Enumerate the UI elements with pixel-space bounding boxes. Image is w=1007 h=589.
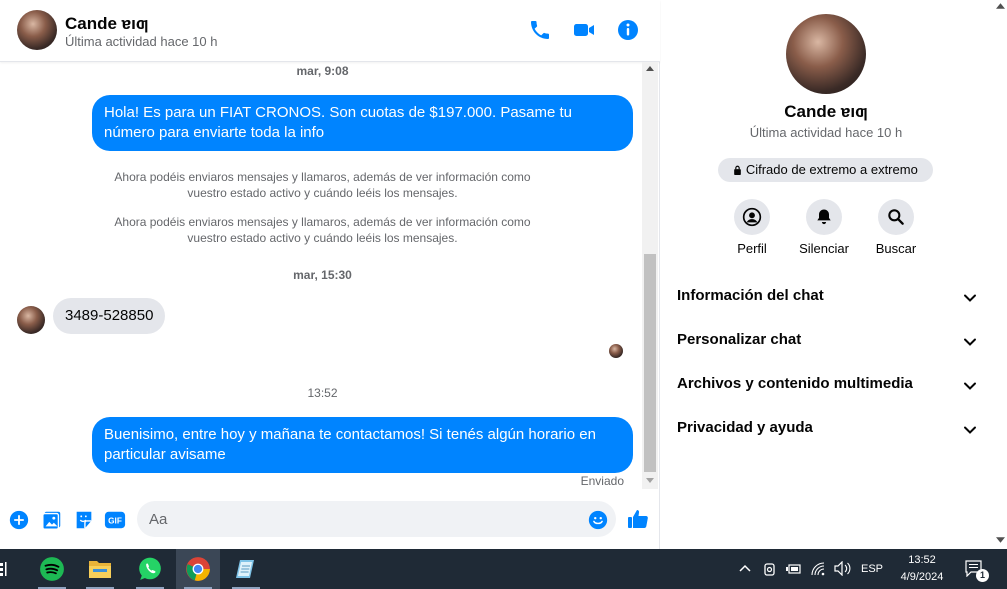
messenger-window: Cande ɐıƣ Última actividad hace 10 h mar… <box>0 0 1007 549</box>
timestamp: mar, 15:30 <box>293 268 352 282</box>
profile-avatar[interactable] <box>786 14 866 94</box>
search-icon <box>888 209 904 225</box>
profile-icon <box>742 207 762 227</box>
section-label: Información del chat <box>677 287 824 304</box>
action-search[interactable]: Buscar <box>866 199 926 256</box>
timestamp: mar, 9:08 <box>296 64 349 78</box>
notification-badge: 1 <box>976 569 989 582</box>
svg-text:GIF: GIF <box>108 517 122 526</box>
outgoing-message[interactable]: Hola! Es para un FIAT CRONOS. Son cuotas… <box>92 95 633 151</box>
chat-scrollbar[interactable] <box>642 62 658 489</box>
photo-icon[interactable] <box>41 509 63 531</box>
chat-header: Cande ɐıƣ Última actividad hace 10 h <box>0 0 660 62</box>
contact-avatar[interactable] <box>17 10 57 50</box>
chevron-down-icon <box>964 338 976 346</box>
whatsapp-icon <box>139 557 161 580</box>
clock-date[interactable]: 4/9/2024 <box>894 571 950 583</box>
composer: GIF <box>0 492 660 549</box>
action-label: Perfil <box>737 241 767 256</box>
taskbar-spotify[interactable] <box>32 549 72 589</box>
action-profile[interactable]: Perfil <box>722 199 782 256</box>
message-input[interactable] <box>137 501 616 537</box>
action-label: Buscar <box>875 241 917 256</box>
incoming-message[interactable]: 3489-528850 <box>53 298 166 334</box>
encryption-badge[interactable]: Cifrado de extremo a extremo <box>718 158 933 182</box>
scroll-up-arrow-icon[interactable] <box>646 66 654 71</box>
profile-status: Última actividad hace 10 h <box>749 125 903 140</box>
scroll-down-arrow-icon[interactable] <box>996 537 1005 543</box>
wifi-icon[interactable] <box>811 562 826 576</box>
encryption-label: Cifrado de extremo a extremo <box>745 162 918 177</box>
scroll-up-arrow-icon[interactable] <box>996 3 1005 9</box>
spotify-icon <box>40 557 64 581</box>
windows-taskbar: ESP 13:52 4/9/2024 1 <box>0 549 1007 589</box>
gif-icon[interactable]: GIF <box>104 509 126 531</box>
message-list: mar, 9:08 Hola! Es para un FIAT CRONOS. … <box>0 62 660 492</box>
info-icon[interactable] <box>616 18 640 42</box>
system-notice: Ahora podéis enviaros mensajes y llamaro… <box>114 170 531 200</box>
page-scrollbar[interactable] <box>994 0 1007 549</box>
section-chat-info[interactable]: Información del chat <box>677 287 977 311</box>
chevron-up-icon[interactable] <box>739 564 751 572</box>
bell-icon <box>817 209 831 225</box>
video-call-icon[interactable] <box>572 18 596 42</box>
chevron-down-icon <box>964 294 976 302</box>
section-privacy-help[interactable]: Privacidad y ayuda <box>677 419 977 443</box>
plus-icon[interactable] <box>8 509 30 531</box>
chevron-down-icon <box>964 382 976 390</box>
scroll-down-arrow-icon[interactable] <box>646 478 654 483</box>
contact-avatar-small[interactable] <box>17 306 45 334</box>
emoji-icon[interactable] <box>587 509 609 531</box>
scroll-thumb[interactable] <box>644 254 656 472</box>
timestamp: 13:52 <box>307 386 338 400</box>
section-label: Archivos y contenido multimedia <box>677 375 913 392</box>
section-label: Privacidad y ayuda <box>677 419 813 436</box>
input-language[interactable]: ESP <box>861 563 883 575</box>
section-label: Personalizar chat <box>677 331 802 348</box>
sticker-icon[interactable] <box>73 509 95 531</box>
lock-icon <box>734 165 742 175</box>
chat-panel: Cande ɐıƣ Última actividad hace 10 h mar… <box>0 0 660 549</box>
chevron-down-icon <box>964 426 976 434</box>
like-thumb-icon[interactable] <box>626 507 650 531</box>
sent-status: Enviado <box>580 474 624 488</box>
meet-now-icon[interactable] <box>763 561 776 577</box>
taskbar-notepad[interactable] <box>226 549 266 589</box>
section-customize-chat[interactable]: Personalizar chat <box>677 331 977 355</box>
task-view-icon[interactable] <box>0 561 10 577</box>
battery-icon[interactable] <box>786 562 802 575</box>
action-label: Silenciar <box>799 241 849 256</box>
clock-time[interactable]: 13:52 <box>898 554 946 566</box>
taskbar-whatsapp[interactable] <box>130 549 170 589</box>
notepad-icon <box>236 560 254 578</box>
action-mute[interactable]: Silenciar <box>794 199 854 256</box>
chat-info-panel: Cande ɐıƣ Última actividad hace 10 h Cif… <box>661 0 1007 549</box>
system-notice: Ahora podéis enviaros mensajes y llamaro… <box>114 215 531 245</box>
taskbar-chrome[interactable] <box>176 549 220 589</box>
section-media-files[interactable]: Archivos y contenido multimedia <box>677 375 977 399</box>
contact-name[interactable]: Cande ɐıƣ <box>65 14 149 34</box>
outgoing-message[interactable]: Buenisimo, entre hoy y mañana te contact… <box>92 417 633 473</box>
folder-icon <box>89 561 111 578</box>
taskbar-file-explorer[interactable] <box>80 549 120 589</box>
chrome-icon <box>186 557 210 581</box>
contact-status: Última actividad hace 10 h <box>65 34 218 49</box>
volume-icon[interactable] <box>834 561 851 576</box>
profile-name: Cande ɐıƣ <box>784 102 868 121</box>
phone-call-icon[interactable] <box>528 18 552 42</box>
read-receipt-avatar <box>609 344 623 358</box>
